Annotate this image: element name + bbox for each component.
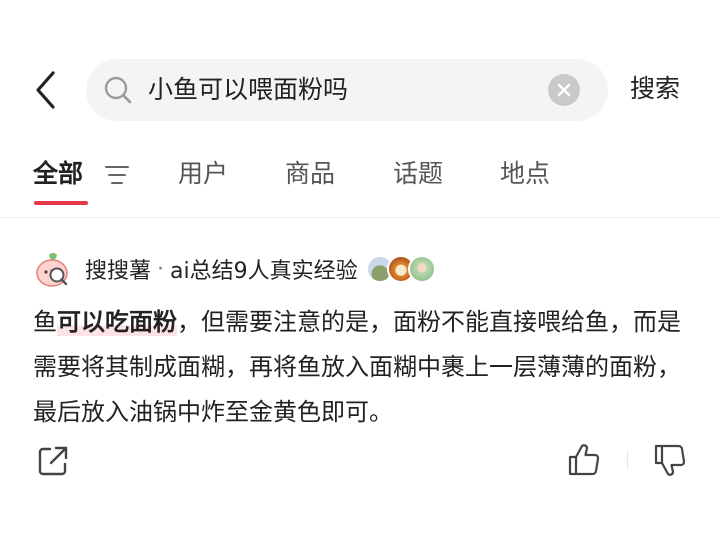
- answer-prefix: 鱼: [33, 308, 57, 336]
- thumbs-up-icon[interactable]: [566, 442, 602, 478]
- filter-icon[interactable]: [104, 164, 130, 186]
- tab-places[interactable]: 地点: [500, 156, 550, 192]
- share-icon[interactable]: [36, 444, 70, 478]
- action-divider: [627, 450, 628, 470]
- clear-icon: [557, 83, 571, 97]
- search-box[interactable]: 小鱼可以喂面粉吗: [86, 59, 608, 121]
- clear-search-button[interactable]: [548, 74, 580, 106]
- active-tab-indicator: [34, 201, 88, 205]
- avatar: [407, 255, 436, 283]
- answer-text: 鱼可以吃面粉，但需要注意的是，面粉不能直接喂给鱼，而是需要将其制成面糊，再将鱼放…: [33, 300, 693, 435]
- source-name: 搜搜薯: [85, 259, 152, 284]
- answer-highlight: 可以吃面粉: [57, 308, 177, 336]
- result-tabs: 全部 用户 商品 话题 地点: [0, 150, 720, 210]
- divider: [0, 217, 720, 218]
- search-button[interactable]: 搜索: [630, 72, 680, 106]
- back-button[interactable]: [28, 68, 64, 112]
- sousoushu-logo-icon: [36, 253, 68, 287]
- thumbs-down-icon[interactable]: [652, 442, 688, 478]
- tab-topics[interactable]: 话题: [393, 156, 443, 192]
- back-arrow-icon: [36, 71, 55, 109]
- tab-all[interactable]: 全部: [33, 156, 83, 192]
- search-icon: [104, 76, 132, 104]
- source-separator: ·: [157, 256, 165, 282]
- source-summary: ai总结9人真实经验: [170, 259, 358, 284]
- summary-source[interactable]: 搜搜薯 · ai总结9人真实经验: [33, 249, 436, 289]
- tab-products[interactable]: 商品: [285, 156, 335, 192]
- contributor-avatars: [365, 255, 436, 283]
- tab-users[interactable]: 用户: [178, 156, 228, 192]
- search-input[interactable]: 小鱼可以喂面粉吗: [148, 73, 348, 107]
